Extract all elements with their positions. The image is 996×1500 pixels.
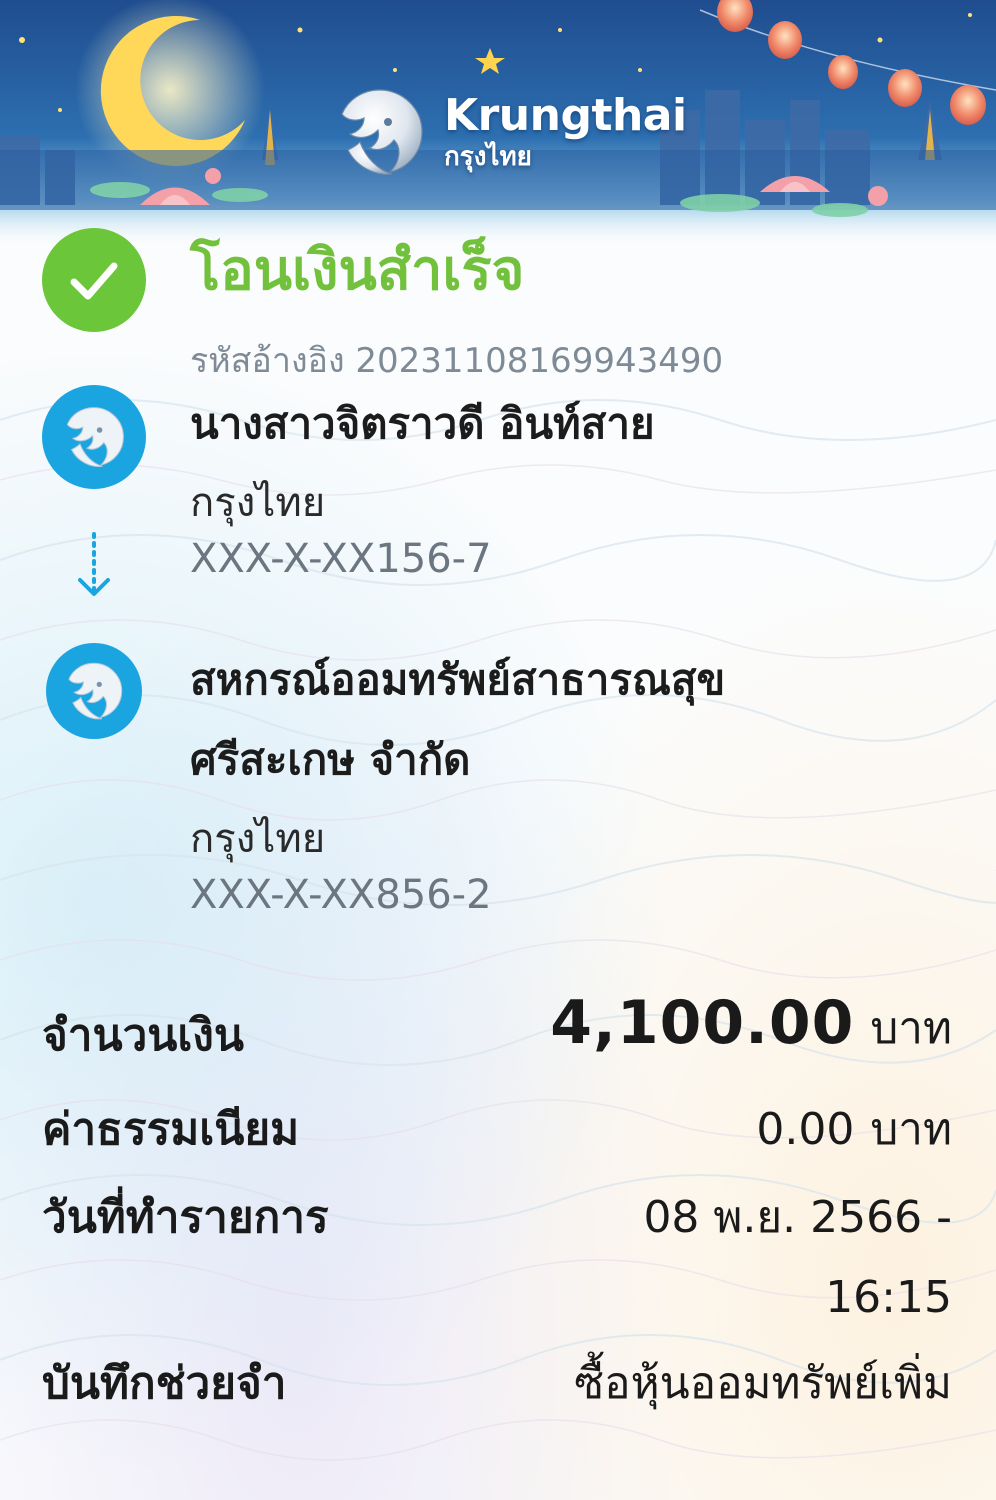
amount-unit: บาท xyxy=(870,1003,952,1054)
date-value: 08 พ.ย. 2566 - 16:15 xyxy=(643,1178,952,1338)
memo-value: ซื้อหุ้นออมทรัพย์เพิ่ม xyxy=(574,1358,952,1409)
amount-value-row: 4,100.00 บาท xyxy=(550,988,952,1063)
arrow-down-icon xyxy=(76,532,112,600)
date-value-line1: 08 พ.ย. 2566 - xyxy=(643,1192,952,1243)
reference-line: รหัสอ้างอิง 20231108169943490 xyxy=(190,333,723,387)
receiver-name-line2: ศรีสะเกษ จำกัด xyxy=(190,735,471,784)
sender-bank-avatar xyxy=(42,385,146,489)
status-title: โอนเงินสำเร็จ xyxy=(190,238,525,303)
reference-label: รหัสอ้างอิง xyxy=(190,341,345,381)
receiver-name-line1: สหกรณ์ออมทรัพย์สาธารณสุข xyxy=(190,655,726,704)
amount-label: จำนวนเงิน xyxy=(42,1010,244,1061)
check-icon xyxy=(42,228,146,332)
receiver-bank: กรุงไทย xyxy=(190,816,326,862)
sender-name: นางสาวจิตราวดี อินท์สาย xyxy=(190,399,655,448)
memo-label: บันทึกช่วยจำ xyxy=(42,1358,287,1409)
receiver-account: XXX-X-XX856-2 xyxy=(190,872,492,918)
receiver-bank-avatar xyxy=(46,643,142,739)
krungthai-bird-logo-icon xyxy=(68,662,123,720)
fee-label: ค่าธรรมเนียม xyxy=(42,1104,300,1155)
fee-unit: บาท xyxy=(870,1104,952,1155)
sender-bank: กรุงไทย xyxy=(190,480,326,526)
sender-account: XXX-X-XX156-7 xyxy=(190,536,492,582)
fee-value-row: 0.00 บาท xyxy=(756,1094,952,1164)
krungthai-bird-logo-icon xyxy=(66,407,124,468)
fee-value: 0.00 xyxy=(756,1104,855,1155)
amount-value: 4,100.00 xyxy=(550,988,855,1058)
transfer-receipt: โอนเงินสำเร็จ รหัสอ้างอิง 20231108169943… xyxy=(0,0,996,1500)
date-label: วันที่ทำรายการ xyxy=(42,1192,329,1243)
date-value-line2: 16:15 xyxy=(825,1272,952,1323)
reference-number: 20231108169943490 xyxy=(355,341,724,381)
